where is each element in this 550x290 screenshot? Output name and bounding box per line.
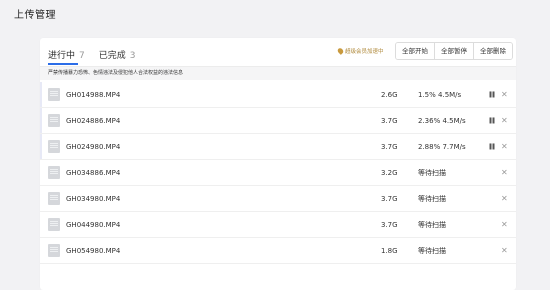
video-file-icon <box>48 244 60 257</box>
video-file-icon <box>48 88 60 101</box>
accel-text: 超级会员加速中 <box>345 49 384 55</box>
close-icon[interactable]: ✕ <box>501 108 508 134</box>
video-file-icon <box>48 218 60 231</box>
close-icon[interactable]: ✕ <box>501 212 508 238</box>
file-size: 2.6G <box>381 91 398 99</box>
file-name: GH034886.MP4 <box>66 169 121 177</box>
upload-status: 等待扫描 <box>418 195 446 203</box>
file-size: 3.2G <box>381 169 398 177</box>
progress-indicator <box>40 134 42 159</box>
upload-status: 等待扫描 <box>418 247 446 255</box>
tab-in-progress-count: 7 <box>79 50 85 61</box>
file-size: 3.7G <box>381 195 398 203</box>
tab-completed-label: 已完成 <box>98 50 126 61</box>
tab-completed-count: 3 <box>129 50 136 61</box>
file-name: GH014988.MP4 <box>66 91 121 99</box>
pause-icon[interactable]: ❚❚ <box>488 82 496 108</box>
close-icon[interactable]: ✕ <box>501 82 508 108</box>
file-name: GH044980.MP4 <box>66 221 121 229</box>
file-size: 3.7G <box>381 221 398 229</box>
upload-status: 2.36% 4.5M/s <box>418 117 466 125</box>
pause-all-button[interactable]: 全部暂停 <box>435 43 474 59</box>
file-row[interactable]: GH024886.MP4 3.7G 2.36% 4.5M/s ❚❚ ✕ <box>40 108 516 134</box>
file-size: 3.7G <box>381 143 398 151</box>
close-icon[interactable]: ✕ <box>501 238 508 264</box>
close-icon[interactable]: ✕ <box>501 160 508 186</box>
file-name: GH034980.MP4 <box>66 195 121 203</box>
file-name: GH024980.MP4 <box>66 143 121 151</box>
video-file-icon <box>48 114 60 127</box>
file-size: 3.7G <box>381 117 398 125</box>
upload-status: 等待扫描 <box>418 169 446 177</box>
pause-icon[interactable]: ❚❚ <box>488 108 496 134</box>
bulk-actions: 全部开始 全部暂停 全部删除 <box>395 42 513 60</box>
upload-status: 1.5% 4.5M/s <box>418 91 462 99</box>
tab-completed[interactable]: 已完成 3 <box>99 48 136 61</box>
file-row[interactable]: GH014988.MP4 2.6G 1.5% 4.5M/s ❚❚ ✕ <box>40 82 516 108</box>
file-size: 1.8G <box>381 247 398 255</box>
file-row[interactable]: GH034886.MP4 3.2G 等待扫描 ✕ <box>40 160 516 186</box>
close-icon[interactable]: ✕ <box>501 134 508 160</box>
tab-in-progress-label: 进行中 <box>48 50 76 61</box>
upload-status: 等待扫描 <box>418 221 446 229</box>
start-all-button[interactable]: 全部开始 <box>396 43 435 59</box>
file-row[interactable]: GH034980.MP4 3.7G 等待扫描 ✕ <box>40 186 516 212</box>
tab-bar: 进行中 7 已完成 3 <box>48 43 136 65</box>
tab-in-progress[interactable]: 进行中 7 <box>48 48 85 61</box>
file-row[interactable]: GH024980.MP4 3.7G 2.88% 7.7M/s ❚❚ ✕ <box>40 134 516 160</box>
upload-status: 2.88% 7.7M/s <box>418 143 466 151</box>
video-file-icon <box>48 192 60 205</box>
active-tab-indicator <box>48 63 78 65</box>
file-list: GH014988.MP4 2.6G 1.5% 4.5M/s ❚❚ ✕ GH024886.M… <box>40 82 516 264</box>
file-row[interactable]: GH044980.MP4 3.7G 等待扫描 ✕ <box>40 212 516 238</box>
close-icon[interactable]: ✕ <box>501 186 508 212</box>
accel-status: 超级会员加速中 <box>336 47 384 55</box>
delete-all-button[interactable]: 全部删除 <box>474 43 512 59</box>
page-title: 上传管理 <box>14 10 56 21</box>
legal-notice: 严禁传播暴力恐怖、色情违法及侵犯他人合法权益的违法信息 <box>40 67 516 80</box>
file-name: GH024886.MP4 <box>66 117 121 125</box>
upload-panel: 进行中 7 已完成 3 超级会员加速中 全部开始 全部暂停 全部删除 严禁传播暴… <box>40 38 516 290</box>
file-name: GH054980.MP4 <box>66 247 121 255</box>
video-file-icon <box>48 140 60 153</box>
location-pin-icon <box>336 47 345 55</box>
file-row[interactable]: GH054980.MP4 1.8G 等待扫描 ✕ <box>40 238 516 264</box>
video-file-icon <box>48 166 60 179</box>
pause-icon[interactable]: ❚❚ <box>488 134 496 160</box>
progress-indicator <box>40 108 42 133</box>
progress-indicator <box>40 82 42 107</box>
